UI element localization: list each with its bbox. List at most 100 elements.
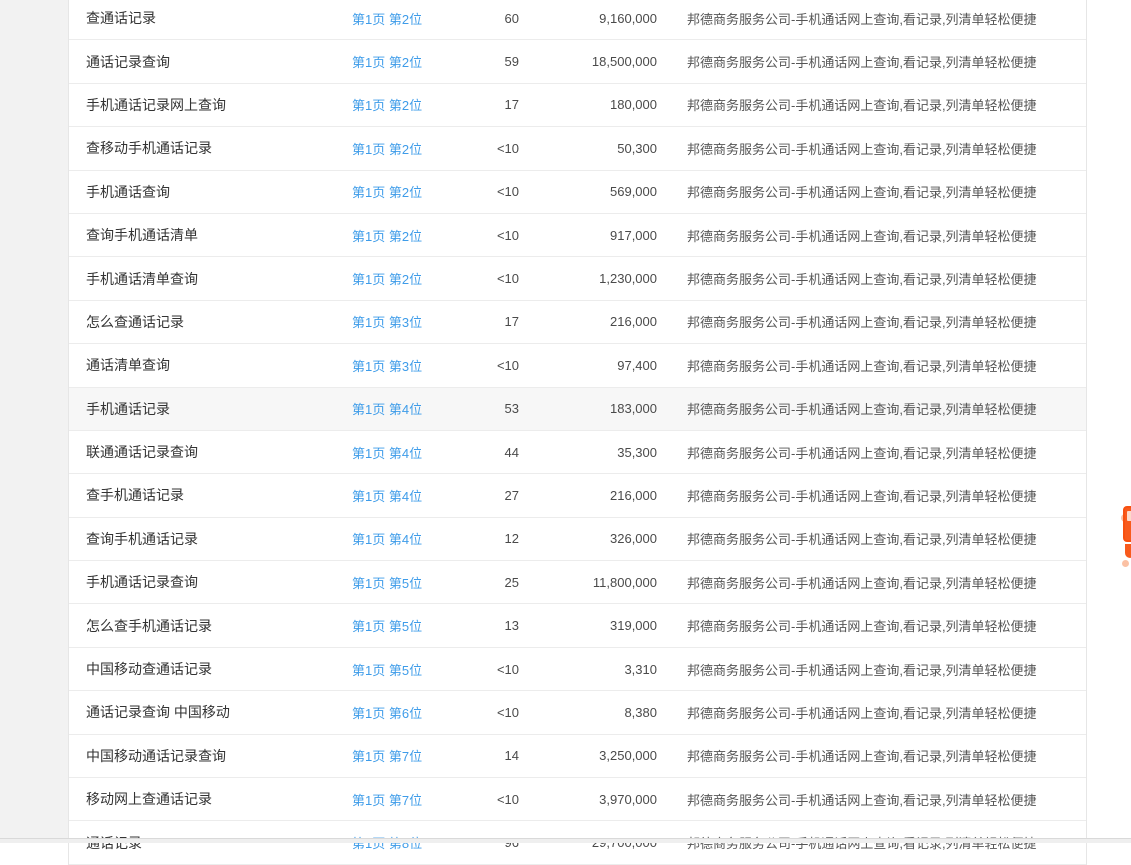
volume-cell: 216,000 — [519, 488, 657, 503]
rank-link[interactable]: 第1页 第3位 — [352, 312, 452, 331]
table-row: 怎么查通话记录第1页 第3位17216,000邦德商务服务公司-手机通话网上查询… — [69, 301, 1086, 344]
keyword-cell: 怎么查通话记录 — [86, 312, 352, 332]
title-cell: 邦德商务服务公司-手机通话网上查询,看记录,列清单轻松便捷 — [687, 9, 1086, 28]
title-cell: 邦德商务服务公司-手机通话网上查询,看记录,列清单轻松便捷 — [687, 139, 1086, 158]
left-gutter — [0, 0, 68, 843]
count-cell: 12 — [452, 531, 519, 546]
table-row: 手机通话查询第1页 第2位<10569,000 邦德商务服务公司-手机通话网上查询… — [69, 171, 1086, 214]
title-cell: 邦德商务服务公司-手机通话网上查询,看记录,列清单轻松便捷 — [687, 703, 1086, 722]
title-cell: 邦德商务服务公司-手机通话网上查询,看记录,列清单轻松便捷 — [687, 746, 1086, 765]
count-cell: 17 — [452, 314, 519, 329]
rank-link[interactable]: 第1页 第4位 — [352, 529, 452, 548]
table-row: 查询手机通话记录第1页 第4位12326,000邦德商务服务公司-手机通话网上查… — [69, 518, 1086, 561]
keyword-cell: 手机通话清单查询 — [86, 269, 352, 289]
table-row: 怎么查手机通话记录第1页 第5位13319,000邦德商务服务公司-手机通话网上… — [69, 604, 1086, 647]
volume-cell: 97,400 — [519, 358, 657, 373]
count-cell: 53 — [452, 401, 519, 416]
keyword-cell: 手机通话查询 — [86, 182, 352, 202]
keyword-cell: 中国移动查通话记录 — [86, 659, 352, 679]
horizontal-scrollbar[interactable] — [0, 838, 1131, 843]
title-cell: 邦德商务服务公司-手机通话网上查询,看记录,列清单轻松便捷 — [687, 312, 1086, 331]
keyword-cell: 手机通话记录网上查询 — [86, 95, 352, 115]
count-cell: 59 — [452, 54, 519, 69]
volume-cell: 180,000 — [519, 97, 657, 112]
title-cell: 邦德商务服务公司-手机通话网上查询,看记录,列清单轻松便捷 — [687, 573, 1086, 592]
count-cell: <10 — [452, 184, 519, 199]
table-row: 手机通话记录查询第1页 第5位2511,800,000 邦德商务服务公司-手机通话… — [69, 561, 1086, 604]
title-cell: 邦德商务服务公司-手机通话网上查询,看记录,列清单轻松便捷 — [687, 443, 1086, 462]
count-cell: 17 — [452, 97, 519, 112]
table-row: 查通话记录第1页 第2位609,160,000邦德商务服务公司-手机通话网上查询… — [69, 0, 1086, 40]
rank-link[interactable]: 第1页 第2位 — [352, 269, 452, 288]
rank-link[interactable]: 第1页 第3位 — [352, 356, 452, 375]
count-cell: 25 — [452, 575, 519, 590]
count-cell: 13 — [452, 618, 519, 633]
count-cell: <10 — [452, 705, 519, 720]
keyword-cell: 联通通话记录查询 — [86, 442, 352, 462]
table-row: 查手机通话记录第1页 第4位27216,000邦德商务服务公司-手机通话网上查询… — [69, 474, 1086, 517]
table-row: 通话清单查询第1页 第3位<1097,400邦德商务服务公司-手机通话网上查询,… — [69, 344, 1086, 387]
keyword-cell: 查询手机通话记录 — [86, 529, 352, 549]
floating-promo-icon[interactable] — [1121, 504, 1131, 566]
title-cell: 邦德商务服务公司-手机通话网上查询,看记录,列清单轻松便捷 — [687, 226, 1086, 245]
volume-cell: 18,500,000 — [519, 54, 657, 69]
count-cell: <10 — [452, 271, 519, 286]
volume-cell: 11,800,000 — [519, 575, 657, 590]
title-cell: 邦德商务服务公司-手机通话网上查询,看记录,列清单轻松便捷 — [687, 182, 1086, 201]
rank-link[interactable]: 第1页 第2位 — [352, 9, 452, 28]
volume-cell: 917,000 — [519, 228, 657, 243]
volume-cell: 3,970,000 — [519, 792, 657, 807]
rank-link[interactable]: 第1页 第5位 — [352, 660, 452, 679]
table-row: 通话记录查询 中国移动第1页 第6位<108,380 邦德商务服务公司-手机通话网… — [69, 691, 1086, 734]
keyword-cell: 中国移动通话记录查询 — [86, 746, 352, 766]
volume-cell: 326,000 — [519, 531, 657, 546]
rank-link[interactable]: 第1页 第7位 — [352, 746, 452, 765]
count-cell: 60 — [452, 11, 519, 26]
table-row: 查移动手机通话记录第1页 第2位<1050,300邦德商务服务公司-手机通话网上… — [69, 127, 1086, 170]
rank-link[interactable]: 第1页 第2位 — [352, 95, 452, 114]
count-cell: <10 — [452, 358, 519, 373]
title-cell: 邦德商务服务公司-手机通话网上查询,看记录,列清单轻松便捷 — [687, 616, 1086, 635]
rank-link[interactable]: 第1页 第7位 — [352, 790, 452, 809]
keyword-cell: 手机通话记录查询 — [86, 572, 352, 592]
keyword-cell: 查通话记录 — [86, 8, 352, 28]
table-row: 中国移动通话记录查询第1页 第7位143,250,000邦德商务服务公司-手机通… — [69, 735, 1086, 778]
keyword-cell: 查移动手机通话记录 — [86, 138, 352, 158]
rank-link[interactable]: 第1页 第2位 — [352, 226, 452, 245]
title-cell: 邦德商务服务公司-手机通话网上查询,看记录,列清单轻松便捷 — [687, 95, 1086, 114]
volume-cell: 1,230,000 — [519, 271, 657, 286]
count-cell: <10 — [452, 228, 519, 243]
table-row: 查询手机通话清单第1页 第2位<10917,000 邦德商务服务公司-手机通话网上… — [69, 214, 1086, 257]
title-cell: 邦德商务服务公司-手机通话网上查询,看记录,列清单轻松便捷 — [687, 486, 1086, 505]
keyword-cell: 移动网上查通话记录 — [86, 789, 352, 809]
count-cell: 44 — [452, 445, 519, 460]
keyword-cell: 通话清单查询 — [86, 355, 352, 375]
rank-link[interactable]: 第1页 第6位 — [352, 703, 452, 722]
keyword-cell: 通话记录查询 — [86, 52, 352, 72]
promo-box-icon — [1123, 506, 1131, 542]
volume-cell: 35,300 — [519, 445, 657, 460]
rank-link[interactable]: 第1页 第4位 — [352, 486, 452, 505]
rank-link[interactable]: 第1页 第5位 — [352, 616, 452, 635]
rank-link[interactable]: 第1页 第2位 — [352, 139, 452, 158]
volume-cell: 8,380 — [519, 705, 657, 720]
count-cell: <10 — [452, 141, 519, 156]
title-cell: 邦德商务服务公司-手机通话网上查询,看记录,列清单轻松便捷 — [687, 660, 1086, 679]
rank-link[interactable]: 第1页 第4位 — [352, 399, 452, 418]
rank-link[interactable]: 第1页 第2位 — [352, 182, 452, 201]
volume-cell: 3,310 — [519, 662, 657, 677]
rank-link[interactable]: 第1页 第2位 — [352, 52, 452, 71]
keyword-cell: 通话记录查询 中国移动 — [86, 702, 352, 722]
rank-link[interactable]: 第1页 第5位 — [352, 573, 452, 592]
keyword-cell: 查询手机通话清单 — [86, 225, 352, 245]
volume-cell: 319,000 — [519, 618, 657, 633]
title-cell: 邦德商务服务公司-手机通话网上查询,看记录,列清单轻松便捷 — [687, 399, 1086, 418]
volume-cell: 3,250,000 — [519, 748, 657, 763]
table-row: 联通通话记录查询第1页 第4位4435,300 邦德商务服务公司-手机通话网上查询… — [69, 431, 1086, 474]
promo-tail — [1125, 544, 1131, 558]
promo-glow-dot — [1122, 560, 1129, 567]
title-cell: 邦德商务服务公司-手机通话网上查询,看记录,列清单轻松便捷 — [687, 52, 1086, 71]
count-cell: <10 — [452, 662, 519, 677]
volume-cell: 569,000 — [519, 184, 657, 199]
rank-link[interactable]: 第1页 第4位 — [352, 443, 452, 462]
